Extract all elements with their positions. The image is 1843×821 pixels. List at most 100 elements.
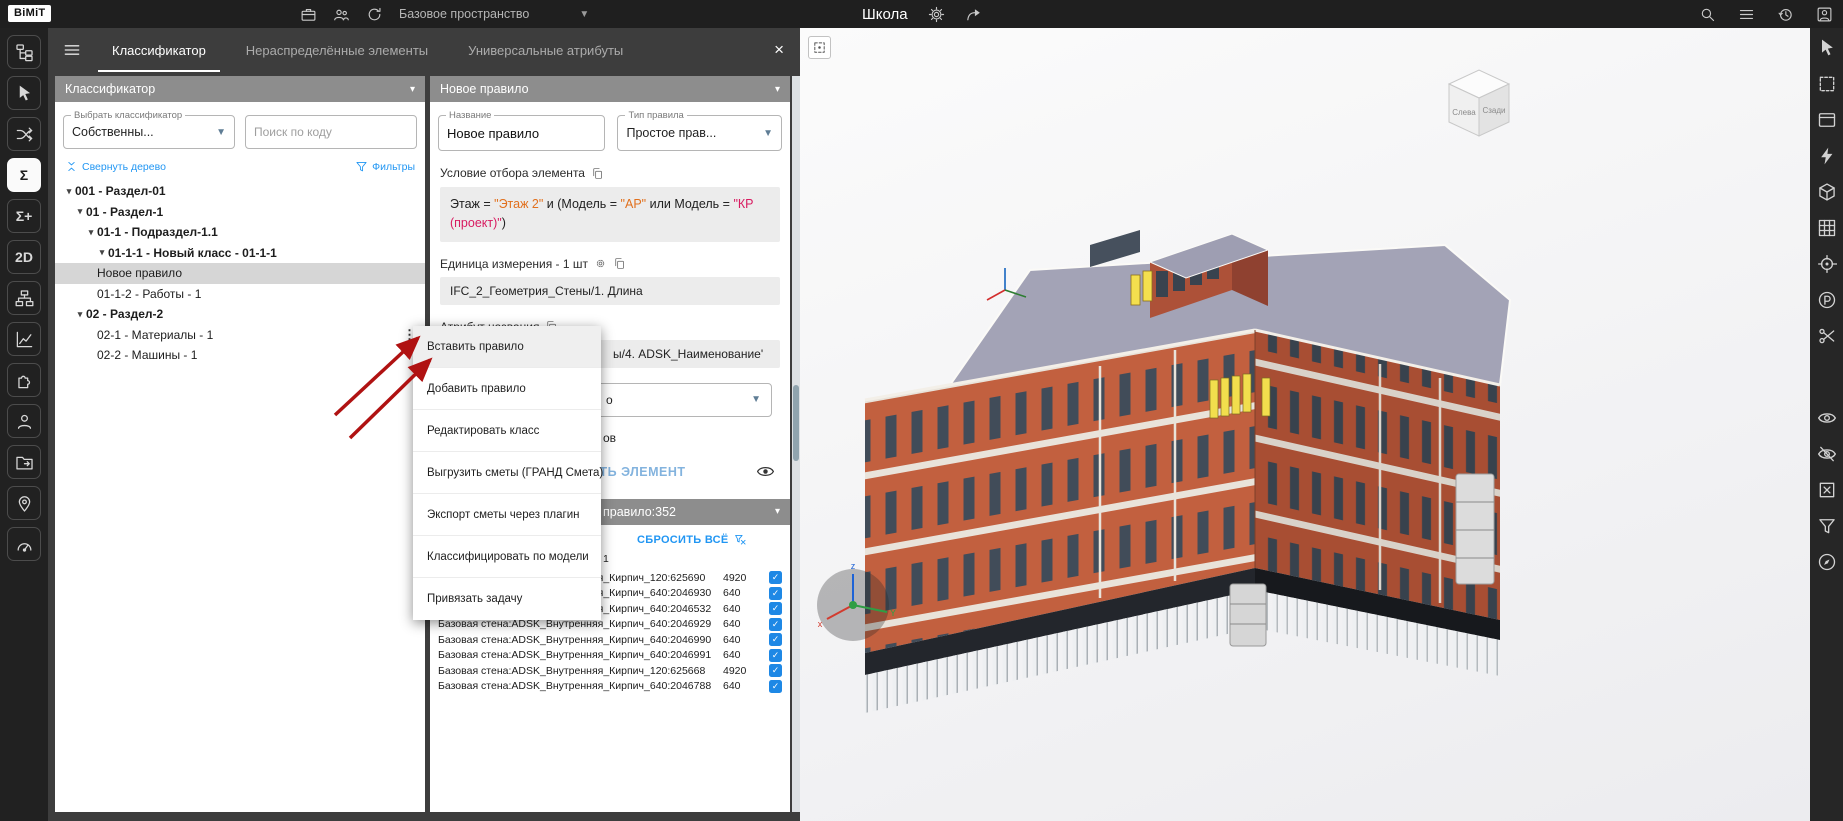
dashboard-tool-icon[interactable] [7, 527, 41, 561]
sync-icon[interactable] [366, 6, 383, 23]
checkbox-checked[interactable]: ✓ [769, 587, 782, 600]
model-tree-tool-icon[interactable] [7, 35, 41, 69]
context-menu-item[interactable]: Выгрузить сметы (ГРАНД Смета) [413, 452, 601, 494]
tree-item[interactable]: ▾001 - Раздел-01 [55, 181, 425, 202]
classifier-tool-icon[interactable]: Σ [7, 158, 41, 192]
account-icon[interactable] [1816, 6, 1833, 23]
chevron-down-icon[interactable]: ▼ [763, 128, 773, 139]
context-menu-item[interactable]: Редактировать класс [413, 410, 601, 452]
rule-name-field[interactable]: Название [438, 115, 605, 151]
share-icon[interactable] [965, 6, 982, 23]
rule-name-input[interactable] [447, 126, 596, 141]
filters-link[interactable]: Фильтры [355, 160, 415, 173]
checkbox-checked[interactable]: ✓ [769, 602, 782, 615]
chevron-down-icon[interactable]: ▼ [216, 127, 226, 138]
list-menu-icon[interactable] [1738, 6, 1755, 23]
checkbox-checked[interactable]: ✓ [769, 664, 782, 677]
context-menu-item[interactable]: Классифицировать по модели [413, 536, 601, 578]
element-row[interactable]: Базовая стена:ADSK_Внутренняя_Кирпич_120… [438, 663, 782, 679]
plugins-tool-icon[interactable] [7, 363, 41, 397]
structure-tool-icon[interactable] [7, 281, 41, 315]
classifier-panel-header[interactable]: Классификатор ▾ [55, 76, 425, 102]
tree-item[interactable]: ▾01-1 - Подраздел-1.1 [55, 222, 425, 243]
reset-all-button[interactable]: СБРОСИТЬ ВСЁ [637, 533, 747, 546]
workspace-selector[interactable]: Базовое пространство [399, 7, 529, 21]
collapse-caret-icon[interactable]: ▾ [775, 506, 780, 517]
viewport-isolate-icon[interactable] [1817, 480, 1837, 500]
briefcase-icon[interactable] [300, 6, 317, 23]
checkbox-checked[interactable]: ✓ [769, 680, 782, 693]
copy-icon[interactable] [613, 257, 626, 270]
unit-value-box[interactable]: IFC_2_Геометрия_Стены/1. Длина [440, 277, 780, 305]
rule-panel-header[interactable]: Новое правило ▾ [430, 76, 790, 102]
tree-item[interactable]: ▾01 - Раздел-1 [55, 202, 425, 223]
context-menu-item[interactable]: Вставить правило [413, 326, 601, 368]
charts-tool-icon[interactable] [7, 322, 41, 356]
history-icon[interactable] [1777, 6, 1794, 23]
copy-icon[interactable] [591, 167, 604, 180]
viewport-show-icon[interactable] [1817, 408, 1837, 428]
chevron-down-icon[interactable]: ▼ [751, 394, 761, 405]
tab-item[interactable]: Нераспределённые элементы [226, 28, 448, 72]
gear-icon[interactable] [594, 257, 607, 270]
users-tool-icon[interactable] [7, 404, 41, 438]
team-icon[interactable] [333, 6, 350, 23]
checkbox-checked[interactable]: ✓ [769, 571, 782, 584]
eye-icon[interactable] [756, 462, 775, 481]
tree-item[interactable]: 02-1 - Материалы - 1⋮ [55, 325, 425, 346]
navcube-left-label[interactable]: Слева [1452, 108, 1476, 117]
tree-caret-icon[interactable]: ▾ [74, 309, 86, 320]
viewport-grid-icon[interactable] [1817, 218, 1837, 238]
viewport-focus-icon[interactable] [1817, 254, 1837, 274]
viewport-section-icon[interactable] [1817, 326, 1837, 346]
collapse-tree-link[interactable]: Свернуть дерево [65, 160, 166, 173]
context-menu-item[interactable]: Привязать задачу [413, 578, 601, 620]
region-capture-icon[interactable] [808, 36, 831, 59]
code-search-field[interactable] [245, 115, 417, 149]
condition-box[interactable]: Этаж = "Этаж 2" и (Модель = "АР" или Мод… [440, 187, 780, 242]
tree-caret-icon[interactable]: ▾ [85, 227, 97, 238]
tree-item[interactable]: Новое правило [55, 263, 425, 284]
context-menu-item[interactable]: Добавить правило [413, 368, 601, 410]
tree-caret-icon[interactable]: ▾ [74, 206, 86, 217]
tree-caret-icon[interactable]: ▾ [63, 186, 75, 197]
element-row[interactable]: Базовая стена:ADSK_Внутренняя_Кирпич_640… [438, 678, 782, 694]
viewport-plan-icon[interactable] [1817, 290, 1837, 310]
chevron-down-icon[interactable]: ▼ [579, 9, 589, 20]
viewport-clash-icon[interactable] [1817, 146, 1837, 166]
orbit-control[interactable]: z x Y [808, 558, 898, 648]
building-3d-model[interactable] [800, 28, 1810, 821]
code-search-input[interactable] [254, 125, 408, 139]
tree-item[interactable]: 02-2 - Машины - 1 [55, 345, 425, 366]
tab-item[interactable]: Универсальные атрибуты [448, 28, 643, 72]
checkbox-checked[interactable]: ✓ [769, 633, 782, 646]
select-tool-icon[interactable] [7, 76, 41, 110]
checkbox-checked[interactable]: ✓ [769, 618, 782, 631]
scrollbar-thumb[interactable] [793, 385, 799, 461]
gear-icon[interactable] [928, 6, 945, 23]
panel-menu-icon[interactable] [62, 40, 82, 60]
user-location-tool-icon[interactable] [7, 486, 41, 520]
collapse-caret-icon[interactable]: ▾ [410, 84, 415, 95]
element-row[interactable]: Базовая стена:ADSK_Внутренняя_Кирпич_640… [438, 647, 782, 663]
viewport-panel-icon[interactable] [1817, 110, 1837, 130]
collapse-caret-icon[interactable]: ▾ [775, 84, 780, 95]
viewport-select-icon[interactable] [1817, 38, 1837, 58]
viewport-filter-icon[interactable] [1817, 516, 1837, 536]
courtyard-wall[interactable] [1090, 230, 1140, 267]
vertical-scrollbar[interactable] [792, 76, 800, 812]
viewport-hide-icon[interactable] [1817, 444, 1837, 464]
2d-view-tool-icon[interactable]: 2D [7, 240, 41, 274]
tree-item[interactable]: ▾02 - Раздел-2 [55, 304, 425, 325]
viewport-orbit-icon[interactable] [1817, 552, 1837, 572]
element-row[interactable]: Базовая стена:ADSK_Внутренняя_Кирпич_640… [438, 632, 782, 648]
relations-tool-icon[interactable] [7, 117, 41, 151]
tab-item[interactable]: Классификатор [92, 28, 226, 72]
classifier-select[interactable]: Выбрать классификатор Собственны... ▼ [63, 115, 235, 149]
navcube-right-label[interactable]: Сзади [1482, 106, 1505, 115]
context-menu-item[interactable]: Экспорт сметы через плагин [413, 494, 601, 536]
tree-item[interactable]: ▾01-1-1 - Новый класс - 01-1-1 [55, 243, 425, 264]
classifier-add-tool-icon[interactable]: Σ+ [7, 199, 41, 233]
tree-caret-icon[interactable]: ▾ [96, 247, 108, 258]
viewport-model-icon[interactable] [1817, 182, 1837, 202]
